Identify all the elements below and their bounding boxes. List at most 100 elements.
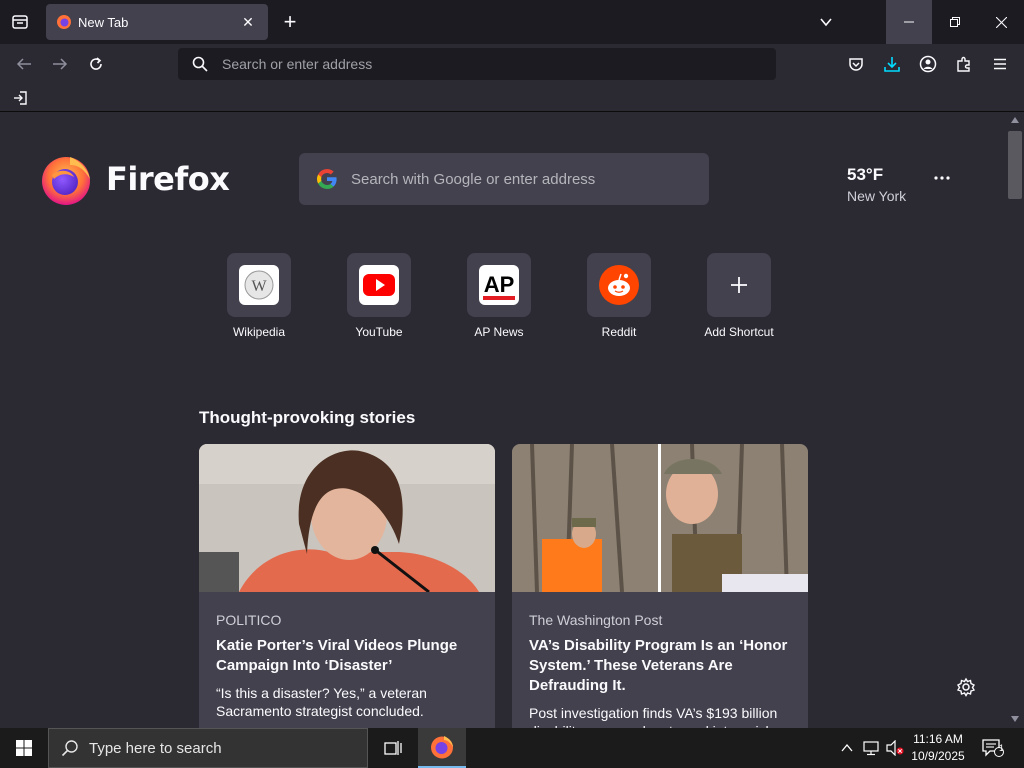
reddit-icon	[599, 265, 639, 305]
newtab-search-input[interactable]	[351, 170, 691, 188]
shortcut-wikipedia[interactable]: W Wikipedia	[209, 253, 309, 339]
shortcut-label: YouTube	[355, 325, 403, 339]
taskbar-firefox-button[interactable]	[418, 728, 466, 768]
minimize-button[interactable]	[886, 0, 932, 44]
start-button[interactable]	[0, 728, 48, 768]
taskbar-search-text: Type here to search	[89, 739, 222, 757]
brand-wordmark: Firefox	[106, 160, 230, 198]
pocket-icon	[849, 58, 863, 71]
import-bookmarks-button[interactable]	[10, 89, 30, 107]
taskbar-clock[interactable]: 11:16 AM 10/9/2025	[906, 731, 970, 765]
story-source: The Washington Post	[529, 612, 663, 628]
back-button[interactable]	[10, 50, 38, 78]
puzzle-icon	[957, 56, 970, 72]
volume-muted-icon	[886, 740, 904, 756]
taskbar-search-box[interactable]: Type here to search	[48, 728, 368, 768]
ellipsis-icon	[934, 176, 950, 180]
chevron-up-icon	[841, 744, 853, 752]
gear-icon	[956, 677, 976, 697]
shortcut-tile[interactable]	[707, 253, 771, 317]
list-all-tabs-button[interactable]	[812, 8, 840, 36]
story-source: POLITICO	[216, 612, 282, 628]
firefox-view-icon	[12, 15, 28, 29]
clock-date: 10/9/2025	[911, 749, 965, 763]
shortcut-tile[interactable]: W	[227, 253, 291, 317]
stories-heading: Thought-provoking stories	[199, 408, 416, 427]
shortcut-label: Reddit	[601, 325, 637, 339]
weather-menu-button[interactable]	[928, 169, 956, 189]
close-window-button[interactable]	[978, 0, 1024, 44]
svg-text:AP: AP	[484, 272, 515, 297]
clock-time: 11:16 AM	[913, 732, 963, 746]
new-tab-page: Firefox 53°F New York W Wikipedia YouTub…	[0, 113, 1006, 728]
windows-logo-icon	[16, 740, 32, 756]
forward-button[interactable]	[46, 50, 74, 78]
shortcut-add[interactable]: Add Shortcut	[689, 253, 789, 339]
extensions-button[interactable]	[950, 50, 978, 78]
story-description: “Is this a disaster? Yes,” a veteran Sac…	[216, 685, 427, 719]
youtube-icon	[359, 265, 399, 305]
shortcut-reddit[interactable]: Reddit	[569, 253, 669, 339]
shortcut-label: Add Shortcut	[704, 325, 774, 339]
show-hidden-icons-button[interactable]	[838, 728, 856, 768]
svg-text:W: W	[251, 278, 267, 295]
shortcut-tile[interactable]	[347, 253, 411, 317]
firefox-brand: Firefox	[40, 153, 230, 205]
shortcut-youtube[interactable]: YouTube	[329, 253, 429, 339]
app-menu-button[interactable]	[986, 50, 1014, 78]
story-thumbnail	[199, 444, 495, 592]
story-title: Katie Porter’s Viral Videos Plunge Campa…	[216, 637, 458, 674]
weather-widget[interactable]: 53°F New York	[847, 165, 906, 204]
network-icon	[863, 741, 879, 756]
plus-icon	[731, 277, 747, 293]
search-icon	[192, 56, 208, 72]
story-description: Post investigation finds VA’s $193 billi…	[529, 705, 778, 728]
scroll-down-icon[interactable]	[1011, 716, 1019, 722]
google-icon	[317, 169, 337, 189]
downloads-button[interactable]	[878, 50, 906, 78]
network-button[interactable]	[860, 728, 882, 768]
weather-temperature: 53°F	[847, 165, 884, 184]
tab-close-icon[interactable]: ✕	[238, 12, 258, 32]
shortcut-tile[interactable]	[587, 253, 651, 317]
navigation-toolbar	[0, 44, 1024, 84]
scrollbar-thumb[interactable]	[1008, 131, 1022, 199]
scroll-up-icon[interactable]	[1011, 117, 1019, 123]
windows-taskbar: Type here to search 11:16 AM 10/9/2025 1	[0, 728, 1024, 768]
new-tab-button[interactable]: +	[276, 8, 304, 36]
search-icon	[61, 740, 78, 757]
minimize-icon	[904, 21, 914, 23]
story-thumbnail	[512, 444, 808, 592]
tab-new-tab[interactable]: New Tab ✕	[46, 4, 268, 40]
restore-icon	[950, 17, 960, 27]
shortcut-label: Wikipedia	[232, 325, 286, 339]
story-card[interactable]: POLITICO Katie Porter’s Viral Videos Plu…	[199, 444, 495, 728]
notification-count: 1	[999, 743, 1005, 753]
hamburger-menu-icon	[994, 58, 1006, 70]
action-center-button[interactable]: 1	[978, 728, 1008, 768]
download-icon	[884, 57, 900, 72]
firefox-view-button[interactable]	[6, 8, 34, 36]
newtab-search-bar[interactable]	[299, 153, 709, 205]
wikipedia-icon: W	[239, 265, 279, 305]
firefox-logo-icon	[431, 736, 453, 759]
story-card[interactable]: The Washington Post VA’s Disability Prog…	[512, 444, 808, 728]
account-button[interactable]	[914, 50, 942, 78]
url-input[interactable]	[222, 56, 762, 72]
chevron-down-icon	[820, 18, 832, 27]
shortcut-ap-news[interactable]: AP AP News	[449, 253, 549, 339]
pocket-button[interactable]	[842, 50, 870, 78]
reload-button[interactable]	[82, 50, 110, 78]
url-bar[interactable]	[178, 48, 776, 80]
restore-button[interactable]	[932, 0, 978, 44]
shortcut-tile[interactable]: AP	[467, 253, 531, 317]
account-icon	[919, 55, 937, 73]
page-scrollbar[interactable]	[1006, 113, 1024, 728]
bookmarks-toolbar	[0, 84, 1024, 112]
task-view-icon	[384, 741, 402, 755]
weather-location: New York	[847, 188, 907, 204]
volume-button[interactable]	[884, 728, 906, 768]
personalize-button[interactable]	[956, 677, 976, 697]
task-view-button[interactable]	[370, 728, 416, 768]
arrow-left-icon	[16, 58, 31, 70]
